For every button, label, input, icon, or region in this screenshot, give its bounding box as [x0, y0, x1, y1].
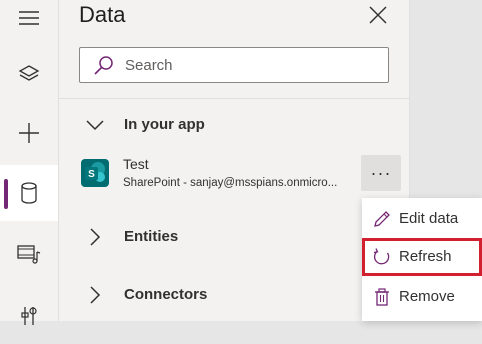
section-label: In your app: [124, 116, 205, 133]
more-options-button[interactable]: ···: [361, 155, 401, 191]
menu-button[interactable]: [0, 0, 58, 46]
data-source-row[interactable]: S Test SharePoint - sanjay@msspians.onmi…: [59, 150, 409, 196]
section-label: Connectors: [124, 286, 208, 303]
in-your-app-section[interactable]: In your app: [59, 109, 409, 141]
media-button[interactable]: [0, 226, 58, 282]
data-source-name: Test: [123, 156, 149, 172]
menu-item-label: Remove: [399, 288, 455, 305]
data-source-subtitle: SharePoint - sanjay@msspians.onmicro...: [123, 177, 338, 189]
trash-icon: [375, 288, 389, 306]
connectors-section[interactable]: Connectors: [59, 279, 409, 311]
context-menu: Edit data Refresh Remove: [362, 198, 482, 321]
database-icon: [21, 182, 37, 204]
menu-item-label: Edit data: [399, 210, 459, 227]
close-icon[interactable]: [367, 4, 389, 26]
chevron-right-icon: [90, 286, 101, 304]
entities-section[interactable]: Entities: [59, 221, 409, 253]
refresh-icon: [373, 248, 390, 265]
sharepoint-icon: S: [81, 159, 109, 187]
advanced-tools-button[interactable]: [0, 288, 58, 344]
menu-item-remove[interactable]: Remove: [362, 278, 482, 316]
data-button[interactable]: [0, 165, 58, 221]
insert-button[interactable]: [0, 105, 58, 161]
media-icon: [17, 245, 41, 264]
svg-text:S: S: [88, 169, 95, 180]
search-icon: [94, 56, 113, 75]
chevron-down-icon: [86, 120, 104, 131]
tools-icon: [21, 307, 37, 325]
divider: [59, 98, 409, 99]
data-panel: Data Search In your app S Test SharePoin…: [59, 0, 410, 321]
search-input[interactable]: Search: [79, 47, 389, 83]
pencil-icon: [374, 211, 390, 227]
chevron-right-icon: [90, 228, 101, 246]
menu-item-refresh[interactable]: Refresh: [362, 238, 482, 276]
plus-icon: [19, 123, 39, 143]
left-rail: [0, 0, 59, 325]
menu-item-edit-data[interactable]: Edit data: [362, 200, 482, 238]
hamburger-icon: [19, 11, 39, 25]
tree-view-button[interactable]: [0, 46, 58, 102]
panel-title: Data: [79, 2, 126, 27]
search-placeholder: Search: [125, 57, 173, 74]
section-label: Entities: [124, 228, 179, 245]
menu-item-label: Refresh: [399, 248, 452, 265]
layers-icon: [18, 65, 40, 81]
